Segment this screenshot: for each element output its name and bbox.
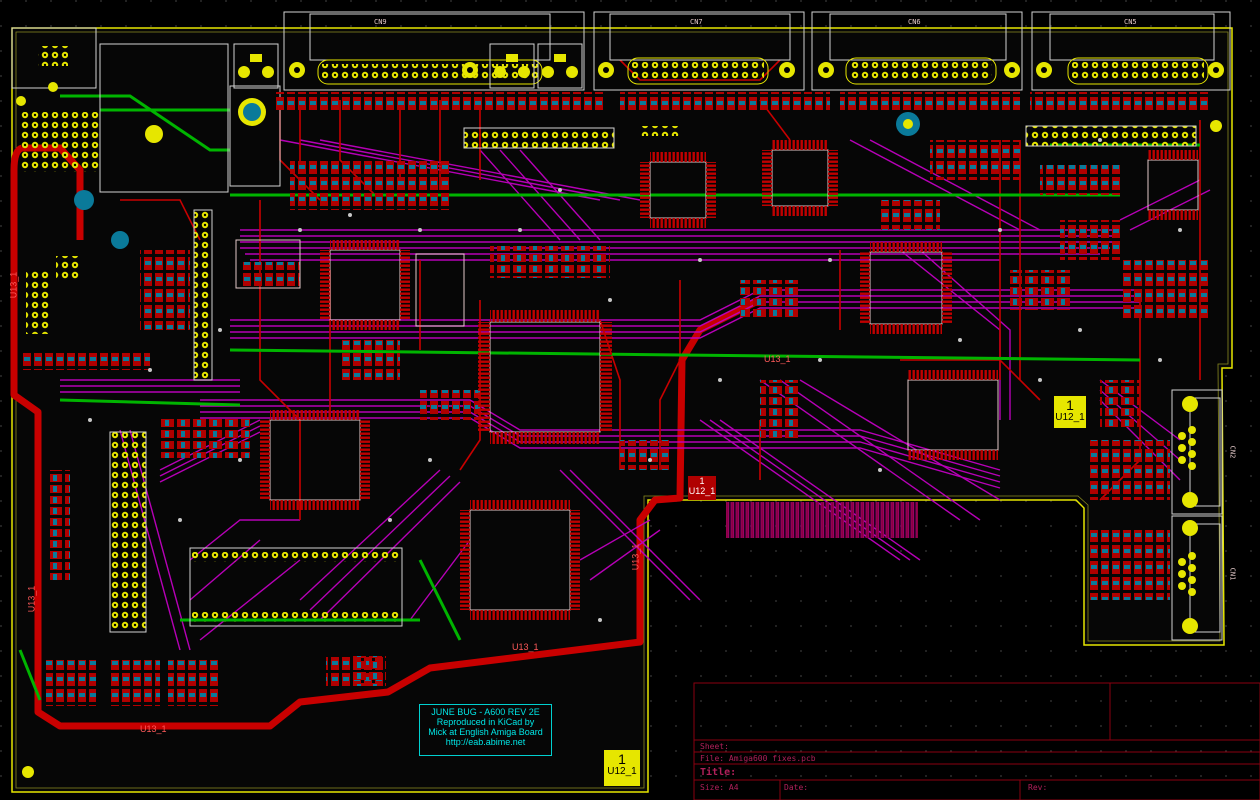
mount-pad-bottom[interactable]: 1 U12_1	[604, 750, 640, 786]
mount-pad-mid-number: 1	[699, 476, 705, 486]
connector-cn9-label: CN9	[374, 18, 387, 26]
mount-pad-right-ref: U12_1	[1055, 412, 1085, 423]
header-left-vertical	[193, 209, 213, 381]
connector-cn1-label: CN1	[1228, 567, 1237, 581]
title-block-date: Date:	[784, 783, 809, 792]
connector-cn7-label: CN7	[690, 18, 703, 26]
zone-label-mid: U13_1	[764, 354, 791, 364]
header-horizontal	[192, 552, 400, 562]
mount-pad-mid-ref: U12_1	[688, 486, 716, 496]
edge-connector	[726, 502, 918, 538]
zone-label-cutout-side: U13_1	[630, 543, 641, 571]
header-top-middle	[463, 127, 615, 149]
zone-label-bottom: U13_1	[140, 724, 167, 734]
zone-label-cutout-bottom: U13_1	[512, 642, 539, 652]
credit-line-2: Reproduced in KiCad by	[436, 717, 535, 727]
connector-cn5-label: CN5	[1124, 18, 1137, 26]
connector-cn2-label: CN2	[1228, 445, 1237, 459]
connector-cn6-label: CN6	[908, 18, 921, 26]
credit-line-3: Mick at English Amiga Board	[428, 727, 543, 737]
credit-text-box: JUNE BUG - A600 REV 2E Reproduced in KiC…	[419, 704, 552, 756]
mount-pad-bottom-number: 1	[618, 751, 626, 767]
header-expansion	[109, 431, 147, 633]
title-block: Sheet: File: Amiga600 fixes.pcb Title: S…	[694, 683, 1260, 800]
zone-label-left: U13_1	[8, 271, 19, 299]
header-top-right	[1025, 125, 1197, 147]
credit-line-1: JUNE BUG - A600 REV 2E	[431, 707, 540, 717]
title-block-sheet: Sheet:	[700, 742, 729, 751]
mount-pad-bottom-ref: U12_1	[607, 766, 637, 777]
title-block-file: File: Amiga600 fixes.pcb	[700, 754, 816, 763]
credit-line-4: http://eab.abime.net	[445, 737, 526, 747]
mount-pad-mid[interactable]: 1 U12_1	[688, 476, 716, 500]
title-block-title: Title:	[700, 767, 737, 778]
mount-pad-right[interactable]: 1 U12_1	[1054, 396, 1086, 428]
title-block-size: Size: A4	[700, 783, 739, 792]
title-block-rev: Rev:	[1028, 783, 1048, 792]
mount-pad-right-number: 1	[1066, 397, 1074, 413]
zone-label-lower-left: U13_1	[26, 585, 37, 613]
